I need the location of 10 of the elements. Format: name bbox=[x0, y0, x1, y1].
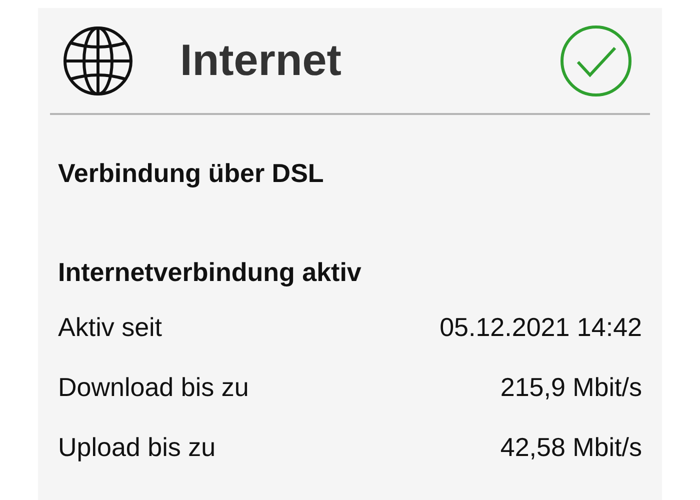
row-value: 42,58 Mbit/s bbox=[500, 431, 642, 464]
panel-title: Internet bbox=[180, 34, 342, 86]
globe-icon bbox=[62, 24, 134, 96]
row-label: Download bis zu bbox=[58, 371, 249, 404]
row-value: 215,9 Mbit/s bbox=[500, 371, 642, 404]
row-label: Aktiv seit bbox=[58, 311, 162, 344]
row-value: 05.12.2021 14:42 bbox=[440, 311, 642, 344]
connection-type: Verbindung über DSL bbox=[58, 157, 325, 190]
connection-status: Internetverbindung aktiv bbox=[58, 256, 362, 289]
row-label: Upload bis zu bbox=[58, 431, 216, 464]
